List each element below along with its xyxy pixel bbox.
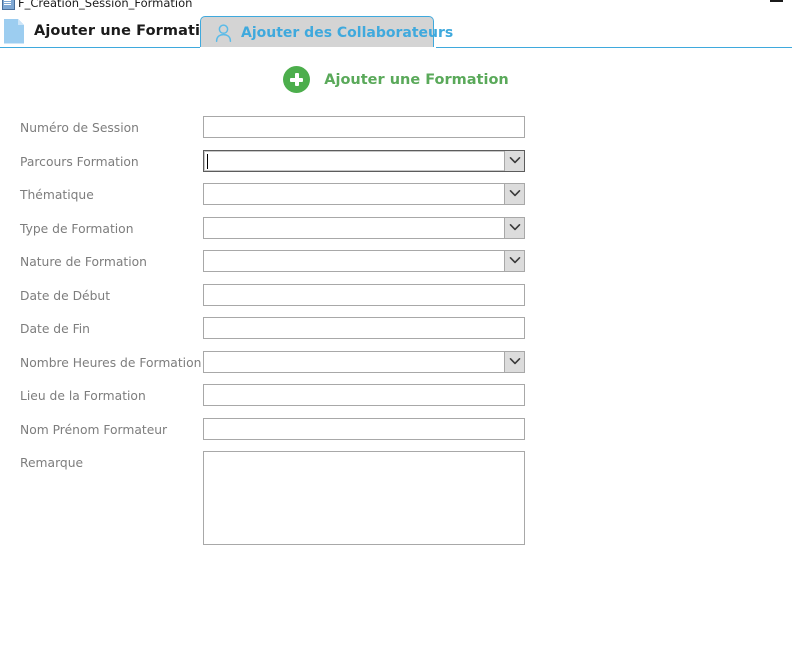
document-icon [4,18,24,44]
chevron-down-icon[interactable] [504,251,524,271]
chevron-down-icon[interactable] [504,351,524,372]
form-window-icon [2,0,15,10]
form-row: Lieu de la Formation [0,380,792,414]
nature-de-formation-dropdown[interactable] [203,250,525,272]
chevron-down-icon[interactable] [504,217,524,238]
parcours-formation-dropdown[interactable] [203,149,525,172]
text-caret [207,153,208,169]
form-row: Nombre Heures de Formation [0,347,792,381]
remarque-textarea[interactable] [203,451,525,545]
field-label-date-de-fin: Date de Fin [20,322,90,336]
form-row: Date de Début [0,280,792,314]
nom-prenom-formateur-input[interactable] [203,417,525,440]
tab-strip: Ajouter une Formation Ajouter des Collab… [0,14,792,48]
field-label-parcours-formation: Parcours Formation [20,154,139,169]
form-row: Parcours Formation [0,146,792,180]
field-label-type-de-formation: Type de Formation [20,221,134,236]
form-row: Date de Fin [0,313,792,347]
form-row: Nom Prénom Formateur [0,414,792,448]
date-de-debut-input[interactable] [203,283,525,306]
form-row: Numéro de Session [0,112,792,146]
type-de-formation-dropdown[interactable] [203,216,525,239]
form-row: Thématique [0,179,792,213]
nombre-heures-de-formation-dropdown[interactable] [203,350,525,373]
page-title: Ajouter une Formation [324,71,509,88]
dropdown-value [204,184,504,204]
numero-de-session-input[interactable] [203,116,525,138]
thematique-dropdown[interactable] [203,183,525,205]
tab-label: Ajouter une Formation [34,23,221,39]
page-heading: Ajouter une Formation [0,66,792,93]
date-de-fin-input[interactable] [203,317,525,339]
dropdown-value [204,352,504,372]
minimize-button[interactable] [766,0,788,6]
window-titlebar: F_Creation_Session_Formation [0,0,792,12]
form-row: Type de Formation [0,213,792,247]
field-label-nom-prenom-formateur: Nom Prénom Formateur [20,422,168,437]
tab-label: Ajouter des Collaborateurs [241,24,454,41]
field-label-date-de-debut: Date de Début [20,288,111,303]
plus-circle-icon[interactable] [283,66,311,93]
chevron-down-icon[interactable] [504,150,524,171]
tab-underline-gap [200,47,436,49]
dropdown-value [204,218,504,238]
lieu-de-la-formation-input[interactable] [203,384,525,406]
form-row: Nature de Formation [0,246,792,280]
window-controls [766,0,788,6]
form-row: Remarque [0,447,792,547]
field-label-numero-de-session: Numéro de Session [20,121,139,135]
field-label-nombre-heures-de-formation: Nombre Heures de Formation [20,355,202,370]
dropdown-value [204,151,504,171]
field-label-lieu-de-la-formation: Lieu de la Formation [20,389,146,403]
field-label-thematique: Thématique [20,188,94,202]
tab-ajouter-une-formation[interactable]: Ajouter une Formation [4,16,233,46]
chevron-down-icon[interactable] [504,184,524,204]
tab-ajouter-des-collaborateurs[interactable]: Ajouter des Collaborateurs [200,16,453,48]
formation-form: Numéro de Session Parcours Formation Thé… [0,112,792,547]
field-label-nature-de-formation: Nature de Formation [20,255,147,269]
person-icon [215,23,232,42]
window-title: F_Creation_Session_Formation [18,0,193,10]
field-label-remarque: Remarque [20,456,84,470]
dropdown-value [204,251,504,271]
